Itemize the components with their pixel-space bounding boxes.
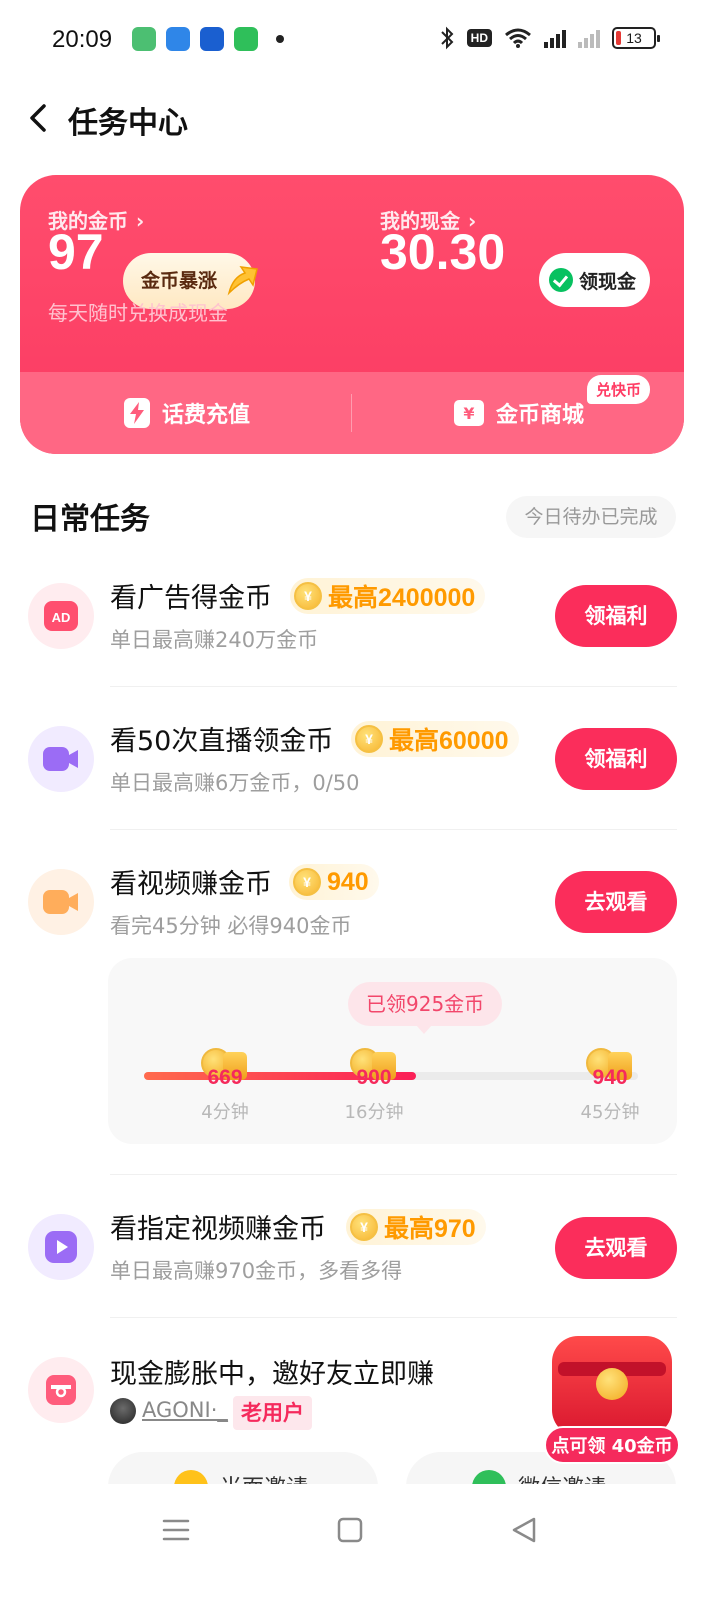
divider [110, 1174, 677, 1175]
section-title: 日常任务 [30, 502, 150, 537]
old-user-badge: 老用户 [233, 1396, 312, 1430]
reward-badge: ¥ 最高60000 [351, 721, 519, 757]
milestone-value: 669 [207, 1066, 243, 1089]
svg-text:AD: AD [52, 610, 71, 625]
divider [110, 829, 677, 830]
reward-badge: ¥ 最高970 [346, 1209, 486, 1245]
notification-icons [132, 27, 284, 51]
menu-icon[interactable] [156, 1510, 196, 1550]
back-icon[interactable] [22, 100, 58, 136]
back-triangle-icon[interactable] [504, 1510, 544, 1550]
arrow-up-icon [227, 266, 258, 296]
coins-subtitle: 每天随时兑换成现金 [48, 301, 228, 325]
task-subtitle: 单日最高赚970金币，多看多得 [110, 1259, 403, 1283]
chevron-right-icon: › [136, 209, 145, 233]
signal-2-icon [578, 28, 600, 48]
gift-claim-label[interactable]: 点可领 40金币 [544, 1426, 680, 1464]
wechat-check-icon [549, 268, 573, 292]
coin-icon: ¥ [355, 725, 383, 753]
lightning-icon [124, 398, 150, 428]
signal-icon [544, 28, 566, 48]
task-title: 看50次直播领金币 [110, 726, 334, 757]
video-progress-card: 已领925金币 669 4分钟 900 16分钟 940 45分钟 [108, 958, 677, 1144]
mall-label: 金币商城 [496, 403, 585, 428]
system-nav-bar [0, 1484, 720, 1604]
claim-cash-button[interactable]: 领现金 [539, 253, 651, 307]
status-bar: 20:09 HD 13 [0, 0, 720, 80]
claim-benefit-button[interactable]: 领福利 [555, 728, 677, 790]
phone-icon [234, 27, 258, 51]
ad-icon: AD [28, 583, 94, 649]
more-notifications-icon [276, 35, 284, 43]
claimed-coins-bubble: 已领925金币 [348, 982, 503, 1034]
task-title: 看视频赚金币 [110, 869, 272, 900]
claim-benefit-button[interactable]: 领福利 [555, 585, 677, 647]
divider [351, 394, 352, 432]
task-title: 现金膨胀中，邀好友立即赚 [110, 1359, 434, 1390]
milestone-value: 940 [592, 1066, 628, 1089]
user-name: AGONI·_ [142, 1398, 228, 1422]
milestone-time: 4分钟 [201, 1102, 249, 1123]
task-subtitle: 看完45分钟 必得940金币 [110, 914, 352, 938]
app-notification-icon [132, 27, 156, 51]
live-camera-icon [28, 726, 94, 792]
coin-icon [596, 1368, 628, 1400]
battery-icon: 13 [612, 27, 660, 49]
wallet-card: 我的金币 › 97 金币暴涨 每天随时兑换成现金 我的现金 › 30.30 领现金 … [20, 175, 684, 454]
task-title: 看指定视频赚金币 [110, 1214, 326, 1245]
avatar [110, 1398, 136, 1424]
claim-cash-label: 领现金 [579, 270, 637, 293]
video-camera-icon [28, 869, 94, 935]
divider [110, 686, 677, 687]
red-packet-gift[interactable]: 点可领 40金币 [544, 1336, 684, 1464]
reward-value: 最高970 [384, 1215, 476, 1243]
watch-button[interactable]: 去观看 [555, 871, 677, 933]
status-right: HD 13 [439, 26, 660, 50]
coin-icon: ¥ [294, 582, 322, 610]
exchange-badge: 兑快币 [586, 375, 650, 404]
task-subtitle: 单日最高赚6万金币，0/50 [110, 771, 360, 795]
page-title: 任务中心 [68, 106, 188, 141]
reward-value: 最高60000 [389, 727, 509, 755]
milestone-value: 900 [356, 1066, 392, 1089]
coins-value: 97 [48, 224, 104, 280]
task-title: 看广告得金币 [110, 583, 272, 614]
todo-status-pill: 今日待办已完成 [506, 496, 676, 538]
watch-button[interactable]: 去观看 [555, 1217, 677, 1279]
milestone: 900 [339, 1044, 409, 1089]
cash-value: 30.30 [380, 224, 506, 280]
gift-box-icon [552, 1336, 672, 1436]
task-subtitle: 单日最高赚240万金币 [110, 628, 319, 652]
reward-value: 940 [327, 867, 369, 896]
phone-recharge-button[interactable]: 话费充值 [124, 372, 250, 454]
header: 任务中心 [0, 88, 720, 148]
wallet-icon [28, 1357, 94, 1423]
bluetooth-icon [440, 26, 454, 50]
reward-value: 最高2400000 [328, 584, 476, 612]
milestone-time: 16分钟 [344, 1102, 404, 1123]
ticket-icon: ¥ [454, 400, 484, 426]
wallet-balances: 我的金币 › 97 金币暴涨 每天随时兑换成现金 我的现金 › 30.30 领现金 [20, 175, 684, 372]
coin-icon: ¥ [350, 1213, 378, 1241]
home-square-icon[interactable] [330, 1510, 370, 1550]
status-time: 20:09 [52, 26, 113, 53]
app-notification-icon [166, 27, 190, 51]
recharge-label: 话费充值 [162, 403, 251, 428]
divider [110, 1317, 677, 1318]
reward-badge: ¥ 940 [289, 864, 379, 900]
wifi-icon [505, 28, 531, 48]
coin-icon: ¥ [293, 868, 321, 896]
wallet-shortcuts: 话费充值 ¥ 金币商城 [20, 372, 684, 454]
milestone-time: 45分钟 [580, 1102, 640, 1123]
coin-surge-label: 金币暴涨 [141, 270, 218, 292]
play-icon [28, 1214, 94, 1280]
reward-badge: ¥ 最高2400000 [290, 578, 486, 614]
milestone: 669 [190, 1044, 260, 1089]
milestone: 940 [575, 1044, 645, 1089]
app-notification-icon [200, 27, 224, 51]
hd-icon: HD [466, 29, 492, 47]
coin-mall-button[interactable]: ¥ 金币商城 [454, 372, 584, 454]
